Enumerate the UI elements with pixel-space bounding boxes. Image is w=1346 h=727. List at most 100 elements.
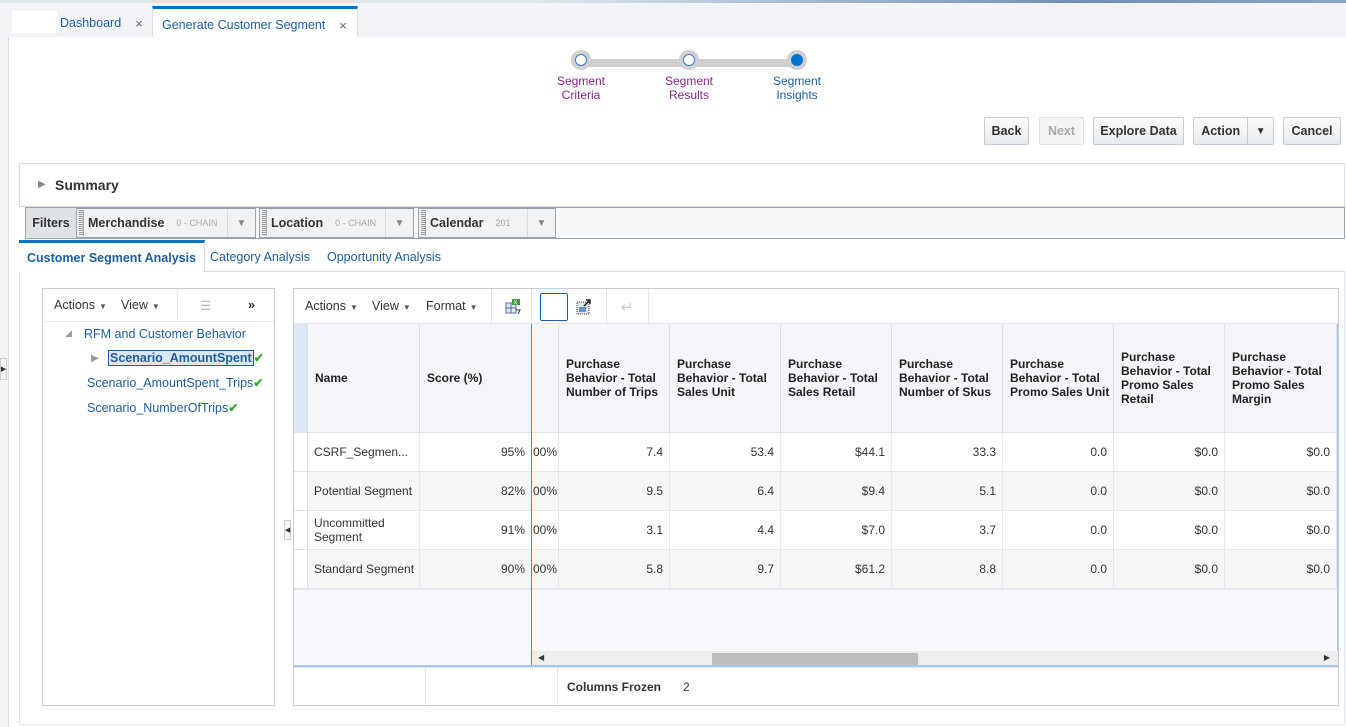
tree-view-menu[interactable]: View ▼ [121,298,160,312]
tab-label[interactable]: Dashboard [60,16,121,30]
cell-total-sales-retail[interactable]: $7.0 [781,511,892,550]
filters-label[interactable]: Filters [26,208,76,238]
cell-promo-sales-retail[interactable]: $0.0 [1114,433,1225,472]
detach-table-icon[interactable] [571,294,597,320]
train-dot-icon[interactable] [679,50,699,70]
tab-label[interactable]: Generate Customer Segment [162,18,325,32]
drag-grip-icon[interactable] [262,210,267,236]
frozen-column-divider[interactable] [531,324,532,667]
train-dot-icon[interactable] [571,50,591,70]
dropdown-arrow-icon[interactable]: ▼ [527,209,555,237]
train-stop-results[interactable]: Segment Results [649,50,729,102]
cell-total-skus[interactable]: 5.1 [892,472,1003,511]
train-stop-criteria[interactable]: Segment Criteria [541,50,621,102]
table-view-menu[interactable]: View ▼ [372,299,411,313]
cell-total-sales-retail[interactable]: $44.1 [781,433,892,472]
cell-score[interactable]: 91% [420,511,532,550]
row-header[interactable] [294,472,308,511]
tree-item-label[interactable]: Scenario_NumberOfTrips [87,401,228,415]
cell-name[interactable]: Potential Segment [308,472,420,511]
dropdown-arrow-icon[interactable]: ▼ [227,209,255,237]
column-header-total-sales-retail[interactable]: Purchase Behavior - Total Sales Retail [781,324,892,433]
filter-lines-icon[interactable]: ☰ [200,298,211,313]
drag-grip-icon[interactable] [79,210,84,236]
cell-score[interactable]: 82% [420,472,532,511]
back-button[interactable]: Back [984,117,1029,145]
tab-category-analysis[interactable]: Category Analysis [210,240,310,273]
row-header[interactable] [294,550,308,589]
cell-total-trips[interactable]: 7.4 [559,433,670,472]
cell-total-sales-unit[interactable]: 9.7 [670,550,781,589]
filter-calendar[interactable]: Calendar 201 ▼ [418,208,556,238]
cell-promo-sales-unit[interactable]: 0.0 [1003,472,1114,511]
cell-score[interactable]: 90% [420,550,532,589]
cell-total-trips[interactable]: 9.5 [559,472,670,511]
column-header-name[interactable]: Name [308,324,420,433]
column-header-total-number-of-trips[interactable]: Purchase Behavior - Total Number of Trip… [559,324,670,433]
collapse-triangle-icon[interactable]: ◢ [65,328,72,339]
table-format-menu[interactable]: Format ▼ [426,299,478,313]
expand-triangle-icon[interactable]: ▶ [38,179,46,190]
cell-hidden[interactable]: 00% [532,511,559,550]
cell-hidden[interactable]: 00% [532,550,559,589]
cell-promo-sales-margin[interactable]: $0.0 [1225,511,1337,550]
cell-promo-sales-margin[interactable]: $0.0 [1225,472,1337,511]
cell-name[interactable]: Standard Segment [308,550,420,589]
cell-name[interactable]: Uncommitted Segment [308,511,420,550]
summary-title[interactable]: Summary [55,177,119,193]
wrap-icon[interactable]: ↵ [614,294,640,320]
cell-total-sales-unit[interactable]: 6.4 [670,472,781,511]
cell-total-sales-unit[interactable]: 53.4 [670,433,781,472]
collapse-left-panel-handle[interactable]: ◀ [284,520,291,540]
cell-total-sales-retail[interactable]: $61.2 [781,550,892,589]
cell-promo-sales-unit[interactable]: 0.0 [1003,550,1114,589]
caret-down-icon[interactable]: ▼ [1247,118,1273,144]
drag-grip-icon[interactable] [421,210,426,236]
tree-item-scenario-amountspent[interactable]: Scenario_AmountSpent ✔ [108,350,264,366]
expand-panel-icon[interactable]: » [248,298,255,312]
cell-total-sales-retail[interactable]: $9.4 [781,472,892,511]
scrollbar-thumb[interactable] [712,653,918,665]
cell-promo-sales-unit[interactable]: 0.0 [1003,511,1114,550]
close-icon[interactable]: × [339,18,347,33]
column-header-total-promo-sales-margin[interactable]: Purchase Behavior - Total Promo Sales Ma… [1225,324,1337,433]
action-label[interactable]: Action [1194,118,1247,144]
cell-total-trips[interactable]: 3.1 [559,511,670,550]
train-dot-current-icon[interactable] [787,50,807,70]
cell-total-sales-unit[interactable]: 4.4 [670,511,781,550]
scroll-right-icon[interactable]: ▶ [1324,653,1330,662]
table-actions-menu[interactable]: Actions ▼ [305,299,358,313]
tree-item-label[interactable]: Scenario_AmountSpent [108,350,254,366]
cell-total-skus[interactable]: 33.3 [892,433,1003,472]
cell-name[interactable]: CSRF_Segmen... [308,433,420,472]
cancel-button[interactable]: Cancel [1283,117,1341,145]
filter-merchandise[interactable]: Merchandise 0 - CHAIN ▼ [76,208,256,238]
row-header[interactable] [294,511,308,550]
tree-item-label[interactable]: Scenario_AmountSpent_Trips [87,376,253,390]
column-header-hidden[interactable] [532,324,559,433]
tree-item-scenario-amountspent-trips[interactable]: Scenario_AmountSpent_Trips✔ [87,376,263,390]
cell-promo-sales-margin[interactable]: $0.0 [1225,433,1337,472]
dropdown-arrow-icon[interactable]: ▼ [385,209,413,237]
tab-dashboard[interactable]: Dashboard × [60,7,143,39]
row-header[interactable] [294,433,308,472]
cell-total-trips[interactable]: 5.8 [559,550,670,589]
column-header-score[interactable]: Score (%) [420,324,532,433]
freeze-columns-button[interactable] [540,293,568,321]
expand-triangle-icon[interactable]: ▶ [91,353,99,364]
cell-promo-sales-margin[interactable]: $0.0 [1225,550,1337,589]
column-header-total-number-of-skus[interactable]: Purchase Behavior - Total Number of Skus [892,324,1003,433]
train-stop-insights[interactable]: Segment Insights [757,50,837,102]
cell-promo-sales-retail[interactable]: $0.0 [1114,511,1225,550]
tab-generate-customer-segment[interactable]: Generate Customer Segment × [152,6,358,41]
cell-promo-sales-retail[interactable]: $0.0 [1114,472,1225,511]
tab-opportunity-analysis[interactable]: Opportunity Analysis [327,240,441,273]
column-header-total-promo-sales-retail[interactable]: Purchase Behavior - Total Promo Sales Re… [1114,324,1225,433]
cell-promo-sales-retail[interactable]: $0.0 [1114,550,1225,589]
cell-score[interactable]: 95% [420,433,532,472]
horizontal-scrollbar[interactable]: ◀ ▶ [532,651,1338,667]
tree-actions-menu[interactable]: Actions ▼ [54,298,107,312]
close-icon[interactable]: × [135,16,143,31]
explore-data-button[interactable]: Explore Data [1093,117,1184,145]
scroll-left-icon[interactable]: ◀ [538,653,544,662]
